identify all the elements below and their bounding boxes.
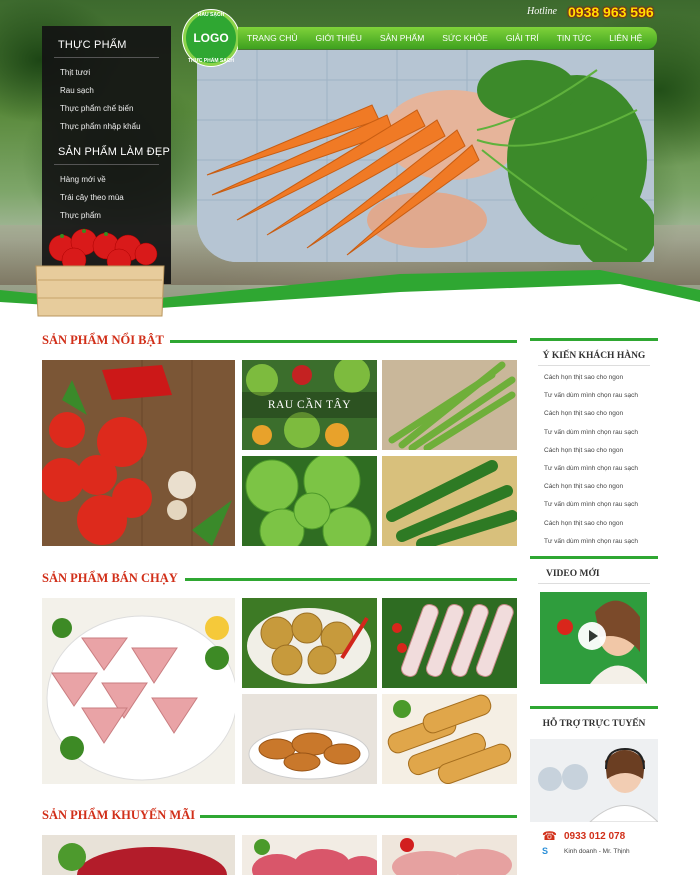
menu-item[interactable]: Rau sạch	[60, 82, 171, 100]
support-contact-name: Kinh doanh - Mr. Thịnh	[564, 847, 630, 855]
logo-text: LOGO	[193, 31, 229, 45]
menu-divider	[54, 164, 159, 165]
nav-item-health[interactable]: SỨC KHỎE	[433, 33, 497, 43]
review-link[interactable]: Cách họn thịt sao cho ngon	[544, 405, 658, 423]
nav-item-home[interactable]: TRANG CHỦ	[238, 33, 307, 43]
tomato-crate-image	[35, 228, 165, 317]
play-button-icon[interactable]	[578, 622, 606, 650]
skype-icon: S	[542, 846, 549, 856]
review-link[interactable]: Tư vấn dùm mình chọn rau sạch	[544, 387, 658, 405]
featured-product-tile-celery[interactable]: RAU CẦN TÂY	[242, 360, 377, 450]
widget-title: Ý KIẾN KHÁCH HÀNG	[542, 351, 646, 361]
widget-title: HỖ TRỢ TRỰC TUYẾN	[542, 719, 646, 729]
menu-group-title-food: THỰC PHẨM	[58, 39, 127, 51]
menu-item[interactable]: Thịt tươi	[60, 64, 171, 82]
menu-item[interactable]: Thực phẩm	[60, 207, 171, 225]
widget-divider	[538, 583, 650, 584]
section-title-line	[170, 340, 517, 343]
review-link[interactable]: Cách họn thịt sao cho ngon	[544, 442, 658, 460]
bestseller-section-title: SẢN PHẨM BÁN CHẠY	[42, 571, 178, 585]
featured-product-tile-tomatoes[interactable]	[42, 360, 235, 546]
menu-group-title-beauty: SẢN PHẨM LÀM ĐẸP	[58, 146, 171, 158]
widget-top-bar	[530, 556, 658, 559]
hotline-number[interactable]: 0938 963 596	[568, 4, 654, 20]
logo-ring-text-bottom: THỰC PHẨM SẠCH	[187, 58, 235, 64]
customer-reviews-widget: Ý KIẾN KHÁCH HÀNG Cách họn thịt sao cho …	[530, 338, 658, 551]
support-phone-row[interactable]: ☎ 0933 012 078	[542, 830, 658, 842]
nav-item-contact[interactable]: LIÊN HỆ	[600, 33, 651, 43]
widget-title: VIDEO MỚI	[546, 569, 600, 579]
hero-banner: THỰC PHẨM Thịt tươi Rau sạch Thực phẩm c…	[0, 0, 700, 320]
review-link[interactable]: Tư vấn dùm mình chọn rau sạch	[544, 424, 658, 442]
bestseller-product-tile-egg-roll[interactable]	[382, 694, 517, 784]
menu-item[interactable]: Thực phẩm chế biến	[60, 100, 171, 118]
promo-section-title: SẢN PHẨM KHUYẾN MÃI	[42, 808, 196, 822]
carrot-banner-image	[197, 50, 654, 262]
site-logo[interactable]: RAU SẠCH LOGO THỰC PHẨM SẠCH	[186, 12, 236, 64]
review-link[interactable]: Tư vấn dùm mình chọn rau sạch	[544, 496, 658, 514]
menu-item[interactable]: Trái cây theo mùa	[60, 189, 171, 207]
logo-ring-text-top: RAU SẠCH	[197, 12, 225, 18]
review-link[interactable]: Cách họn thịt sao cho ngon	[544, 369, 658, 387]
promo-product-tile-pork[interactable]	[382, 835, 517, 875]
widget-top-bar	[530, 706, 658, 709]
widget-divider	[538, 365, 650, 366]
bestseller-product-tile-spring-roll[interactable]	[382, 598, 517, 688]
featured-product-tile-lettuce[interactable]	[242, 456, 377, 546]
product-overlay-label: RAU CẦN TÂY	[267, 399, 352, 411]
promo-product-tile-sliced-meat[interactable]	[242, 835, 377, 875]
bestseller-product-tile-pork-roll[interactable]	[42, 598, 235, 784]
support-agent-image	[530, 739, 658, 822]
video-thumbnail[interactable]	[540, 592, 647, 684]
bestseller-product-tile-fried-cake[interactable]	[242, 598, 377, 688]
featured-product-tile-cucumber[interactable]	[382, 456, 517, 546]
review-link[interactable]: Tư vấn dùm mình chọn rau sạch	[544, 533, 658, 551]
online-support-widget: HỖ TRỢ TRỰC TUYẾN ☎ 0933 012 078 S Kinh …	[530, 706, 658, 856]
support-phone-number[interactable]: 0933 012 078	[564, 831, 625, 842]
bestseller-product-tile-fried-chicken[interactable]	[242, 694, 377, 784]
promo-product-tile-beef[interactable]	[42, 835, 235, 875]
nav-item-about[interactable]: GIỚI THIỆU	[307, 33, 371, 43]
support-contact-row[interactable]: S Kinh doanh - Mr. Thịnh	[542, 846, 658, 856]
featured-product-tile-asparagus[interactable]	[382, 360, 517, 450]
menu-divider	[54, 57, 159, 58]
widget-top-bar	[530, 338, 658, 341]
review-link[interactable]: Tư vấn dùm mình chọn rau sạch	[544, 460, 658, 478]
review-link[interactable]: Cách họn thịt sao cho ngon	[544, 515, 658, 533]
hotline-label: Hotline	[527, 6, 557, 17]
main-navigation: TRANG CHỦ GIỚI THIỆU SẢN PHẨM SỨC KHỎE G…	[238, 27, 657, 49]
nav-item-news[interactable]: TIN TỨC	[548, 33, 601, 43]
nav-item-entertainment[interactable]: GIẢI TRÍ	[497, 33, 548, 43]
review-link[interactable]: Cách họn thịt sao cho ngon	[544, 478, 658, 496]
featured-section-title: SẢN PHẨM NỔI BẬT	[42, 333, 164, 347]
nav-item-products[interactable]: SẢN PHẨM	[371, 33, 433, 43]
section-title-line	[185, 578, 517, 581]
section-title-line	[200, 815, 517, 818]
phone-icon: ☎	[542, 829, 557, 843]
video-widget: VIDEO MỚI	[530, 556, 658, 684]
menu-item[interactable]: Hàng mới về	[60, 171, 171, 189]
menu-item[interactable]: Thực phẩm nhập khẩu	[60, 118, 171, 136]
